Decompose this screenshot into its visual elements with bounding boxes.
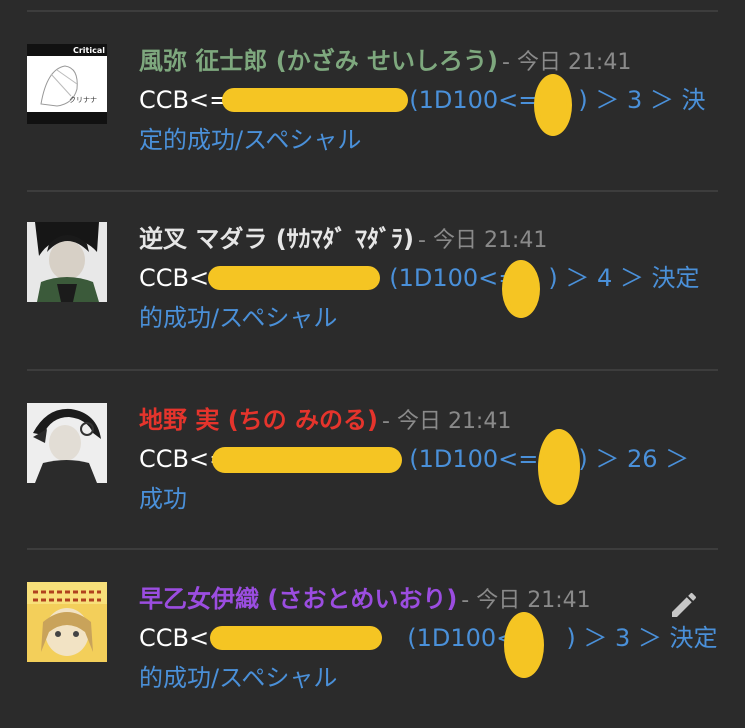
- avatar[interactable]: [27, 403, 107, 483]
- redaction-scribble: [504, 612, 544, 678]
- redaction-mark: [212, 447, 402, 473]
- avatar-image: [27, 582, 107, 662]
- message-divider: [27, 548, 718, 550]
- redaction-scribble: [538, 429, 580, 505]
- message-header: 逆叉 マダラ (ｻｶﾏﾀﾞ ﾏﾀﾞﾗ) - 今日 21:41: [139, 222, 547, 258]
- avatar-caption: クリナナ: [69, 96, 97, 104]
- message-divider: [27, 369, 718, 371]
- avatar[interactable]: [27, 582, 107, 662]
- author-name[interactable]: 風弥 征士郎 (かざみ せいしろう): [139, 47, 498, 75]
- redaction-scribble: [534, 74, 572, 136]
- message-header: 地野 実 (ちの みのる) - 今日 21:41: [139, 403, 511, 439]
- timestamp: - 今日 21:41: [382, 409, 512, 434]
- avatar[interactable]: Critical クリナナ: [27, 44, 107, 124]
- redaction-mark: [210, 626, 382, 650]
- avatar-label: Critical: [73, 46, 105, 55]
- timestamp: - 今日 21:41: [461, 588, 591, 613]
- timestamp: - 今日 21:41: [502, 50, 632, 75]
- avatar-image: [27, 403, 107, 483]
- dice-expression: (1D100<=: [409, 445, 539, 473]
- avatar-image: [27, 222, 107, 302]
- avatar[interactable]: [27, 222, 107, 302]
- top-divider: [27, 10, 718, 12]
- dice-expression: (1D100<=: [389, 264, 519, 292]
- author-name[interactable]: 逆叉 マダラ (ｻｶﾏﾀﾞ ﾏﾀﾞﾗ): [139, 225, 414, 253]
- message-divider: [27, 190, 718, 192]
- dice-command: CCB<=: [139, 86, 230, 114]
- redaction-mark: [222, 88, 408, 112]
- dice-expression: (1D100<=: [409, 86, 539, 114]
- timestamp: - 今日 21:41: [418, 228, 548, 253]
- avatar-image: Critical クリナナ: [27, 44, 107, 124]
- redaction-scribble: [502, 260, 540, 318]
- redaction-mark: [208, 266, 380, 290]
- author-name[interactable]: 地野 実 (ちの みのる): [139, 406, 378, 434]
- author-name[interactable]: 早乙女伊織 (さおとめいおり): [139, 585, 457, 613]
- pencil-icon[interactable]: [668, 589, 700, 621]
